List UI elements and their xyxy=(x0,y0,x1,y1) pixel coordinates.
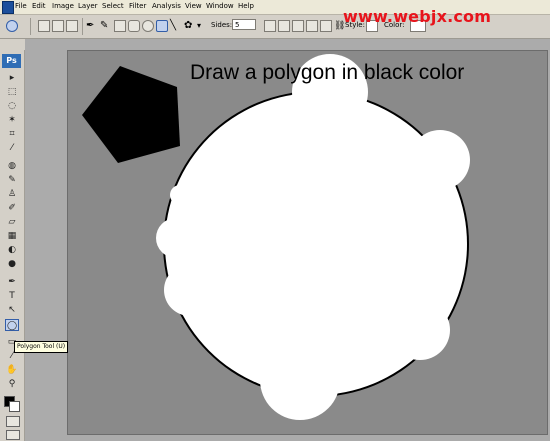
white-blob xyxy=(390,300,450,360)
slice-tool-icon[interactable]: ⁄ xyxy=(5,142,19,154)
polygon-tool-icon[interactable]: ◯ xyxy=(5,319,19,331)
crop-tool-icon[interactable]: ⌗ xyxy=(5,128,19,140)
white-blob xyxy=(164,264,216,316)
type-tool-icon[interactable]: T xyxy=(5,290,19,302)
ps-logo: Ps xyxy=(2,54,21,68)
pen-tool-icon[interactable]: ✒ xyxy=(5,276,19,288)
magic-wand-tool-icon[interactable]: ✶ xyxy=(5,114,19,126)
polygon-tool-tooltip: Polygon Tool (U) xyxy=(14,341,69,353)
path-selection-tool-icon[interactable]: ↖ xyxy=(5,304,19,316)
eraser-tool-icon[interactable]: ▱ xyxy=(5,216,19,228)
hand-tool-icon[interactable]: ✋ xyxy=(5,364,19,376)
brush-tool-icon[interactable]: ✎ xyxy=(5,174,19,186)
screen-mode-icon[interactable] xyxy=(6,430,20,440)
white-blob xyxy=(156,218,196,258)
zoom-tool-icon[interactable]: ⚲ xyxy=(5,378,19,390)
black-pentagon[interactable] xyxy=(82,66,180,163)
lasso-tool-icon[interactable]: ◌ xyxy=(5,100,19,112)
white-blob xyxy=(410,130,470,190)
move-tool-icon[interactable]: ▸ xyxy=(5,72,19,84)
blur-tool-icon[interactable]: ◐ xyxy=(5,244,19,256)
marquee-tool-icon[interactable]: ⬚ xyxy=(5,86,19,98)
clone-stamp-tool-icon[interactable]: ♙ xyxy=(5,188,19,200)
gradient-tool-icon[interactable]: ▦ xyxy=(5,230,19,242)
white-blob xyxy=(170,185,190,205)
toolbox: Ps ▸ ⬚ ◌ ✶ ⌗ ⁄ ◍ ✎ ♙ ✐ ▱ ▦ ◐ ● ✒ T ↖ ◯ ▭… xyxy=(0,50,25,441)
canvas-title-text: Draw a polygon in black color xyxy=(190,61,465,84)
white-blob xyxy=(260,340,340,420)
healing-brush-tool-icon[interactable]: ◍ xyxy=(5,160,19,172)
quick-mask-icon[interactable] xyxy=(6,416,20,427)
history-brush-tool-icon[interactable]: ✐ xyxy=(5,202,19,214)
dodge-tool-icon[interactable]: ● xyxy=(5,258,19,270)
background-color-swatch[interactable] xyxy=(9,401,20,412)
